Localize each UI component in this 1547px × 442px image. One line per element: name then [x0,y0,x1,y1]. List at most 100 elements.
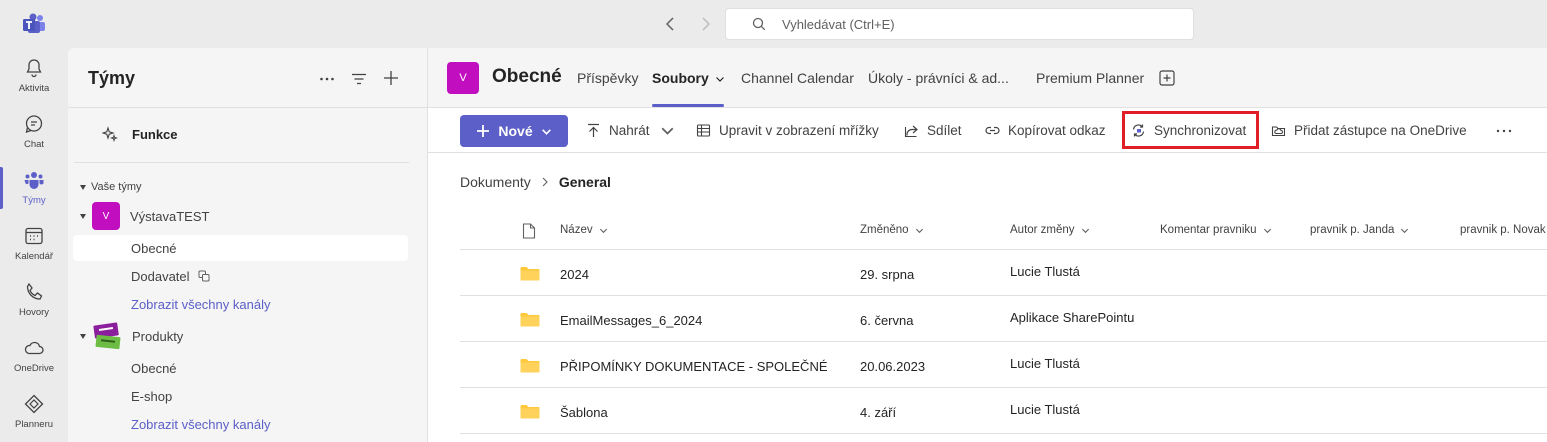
rail-item-onedrive[interactable]: OneDrive [0,328,68,384]
grid-view-button[interactable]: Upravit v zobrazení mřížky [696,123,879,138]
show-all-channels-link[interactable]: Zobrazit všechny kanály [73,411,408,437]
rail-item-activity[interactable]: Aktivita [0,48,68,104]
team-name: Produkty [132,328,184,344]
calendar-icon [25,227,43,245]
column-header-novak[interactable]: pravnik p. Novak [1460,224,1546,236]
chevron-down-icon [661,127,673,135]
channel-item-eshop[interactable]: E-shop [73,383,408,409]
more-options-icon[interactable] [318,70,336,88]
search-box[interactable] [725,8,1194,40]
rail-item-planner[interactable]: Planneru [0,384,68,440]
team-produkty[interactable]: Produkty [80,322,183,350]
channel-avatar: V [447,62,479,94]
back-arrow-icon[interactable] [660,13,682,35]
channel-item-dodavatel[interactable]: Dodavatel [73,263,408,289]
teams-logo-icon[interactable] [22,12,46,36]
file-author: Lucie Tlustá [1010,356,1080,371]
file-type-icon[interactable] [522,223,536,239]
shared-channel-icon [198,270,210,282]
phone-icon [26,282,43,300]
link-label: Zobrazit všechny kanály [131,296,271,312]
command-bar: Nové Nahrát Upravit v zobrazení mřížky S… [428,109,1547,153]
features-item[interactable]: Funkce [102,126,178,142]
produkty-logo [93,322,121,350]
channel-title: Obecné [492,66,562,87]
team-avatar: V [92,202,120,230]
file-name[interactable]: PŘIPOMÍNKY DOKUMENTACE - SPOLEČNÉ [560,359,828,374]
filter-icon[interactable] [350,70,368,88]
forward-arrow-icon[interactable] [694,13,716,35]
onedrive-shortcut-icon [1271,126,1286,137]
folder-icon [520,359,540,373]
column-header-janda[interactable]: pravnik p. Janda [1310,224,1409,236]
more-options-icon[interactable] [1496,129,1512,133]
tab-premium-planner[interactable]: Premium Planner [1036,70,1144,86]
breadcrumb-root[interactable]: Dokumenty [460,174,531,190]
rail-label: Týmy [22,195,46,206]
rail-item-calendar[interactable]: Kalendář [0,216,68,272]
tab-posts[interactable]: Příspěvky [577,70,638,86]
chevron-down-icon [915,228,923,233]
column-header-name[interactable]: Název [560,224,608,236]
column-header-comment[interactable]: Komentar pravniku [1160,224,1272,236]
chevron-down-icon [1081,228,1089,233]
column-label: Komentar pravniku [1160,224,1257,236]
upload-button[interactable]: Nahrát [586,123,675,138]
chevron-down-icon [599,228,607,233]
file-name[interactable]: EmailMessages_6_2024 [560,313,702,328]
section-label-text: Vaše týmy [91,181,142,193]
link-icon [985,126,1000,135]
table-row[interactable]: Šablona 4. září Lucie Tlustá [460,388,1547,434]
upload-label: Nahrát [609,123,650,138]
chevron-down-icon [715,77,724,83]
table-row[interactable]: EmailMessages_6_2024 6. června Aplikace … [460,296,1547,342]
table-row[interactable]: PŘIPOMÍNKY DOKUMENTACE - SPOLEČNÉ 20.06.… [460,342,1547,388]
search-input[interactable] [782,16,1162,32]
grid-icon [696,124,711,137]
section-your-teams[interactable]: Vaše týmy [80,181,142,193]
copy-link-label: Kopírovat odkaz [1008,123,1106,138]
table-row[interactable]: 2024 29. srpna Lucie Tlustá [460,250,1547,296]
caret-down-icon [80,184,86,190]
column-header-modified-by[interactable]: Autor změny [1010,224,1090,236]
tab-files[interactable]: Soubory [652,70,725,86]
sparkle-icon [102,126,118,142]
link-label: Zobrazit všechny kanály [131,416,271,432]
team-vystavatest[interactable]: V VýstavaTEST [80,202,209,230]
new-button[interactable]: Nové [460,115,568,147]
add-icon[interactable] [382,69,400,87]
grid-view-label: Upravit v zobrazení mřížky [719,123,879,138]
share-label: Sdílet [927,123,962,138]
chevron-down-icon [1401,228,1409,233]
main-content: V Obecné Příspěvky Soubory Channel Calen… [428,48,1547,442]
file-modified: 6. června [860,313,914,328]
rail-label: Kalendář [14,251,54,262]
rail-item-chat[interactable]: Chat [0,104,68,160]
breadcrumb: Dokumenty General [460,174,611,190]
tab-channel-calendar[interactable]: Channel Calendar [741,70,854,86]
file-name[interactable]: 2024 [560,267,589,282]
show-all-channels-link[interactable]: Zobrazit všechny kanály [73,291,408,317]
rail-item-teams[interactable]: Týmy [0,160,68,216]
highlight-annotation [1122,111,1259,149]
teams-panel: Týmy Funkce Vaše týmy V VýstavaTEST Obec… [68,48,428,442]
column-label: Název [560,224,593,236]
column-header-modified[interactable]: Změněno [860,224,924,236]
file-name[interactable]: Šablona [560,405,608,420]
channel-item-obecne[interactable]: Obecné [73,235,408,261]
channel-item-obecne[interactable]: Obecné [73,355,408,381]
chevron-right-icon [542,177,548,187]
add-onedrive-shortcut-button[interactable]: Přidat zástupce na OneDrive [1271,123,1467,138]
divider [68,107,427,108]
folder-icon [520,313,540,327]
add-tab-icon[interactable] [1159,70,1175,86]
file-author: Lucie Tlustá [1010,264,1080,279]
rail-label: Hovory [18,307,50,318]
file-modified: 4. září [860,405,897,420]
tab-tasks[interactable]: Úkoly - právníci & ad... [868,70,1009,86]
rail-item-calls[interactable]: Hovory [0,272,68,328]
copy-link-button[interactable]: Kopírovat odkaz [985,123,1106,138]
app-rail: Aktivita Chat Týmy Kalendář Hovory OneDr… [0,48,68,442]
folder-icon [520,405,540,419]
share-button[interactable]: Sdílet [904,123,962,138]
